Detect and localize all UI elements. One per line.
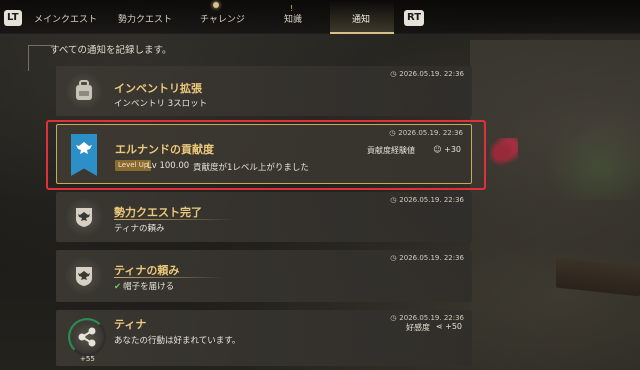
- tab-main-quest[interactable]: メインクエスト: [34, 12, 97, 25]
- share-node-icon: [70, 320, 104, 354]
- backpack-icon: [64, 71, 104, 111]
- background-wall: [470, 40, 640, 370]
- corner-decoration: [28, 45, 54, 71]
- tab-notifications[interactable]: 通知: [352, 12, 370, 25]
- clock-icon: ◷: [390, 314, 397, 322]
- clock-icon: ◷: [390, 70, 397, 78]
- affinity-ring-value: +55: [80, 355, 95, 363]
- stat-value: ⋖ +50: [435, 322, 462, 331]
- notification-desc: ティナの頼み: [114, 224, 165, 234]
- tab-faction-quest[interactable]: 勢力クエスト: [118, 12, 172, 25]
- notification-desc: ✔ 帽子を届ける: [114, 282, 175, 292]
- eagle-crest-icon: [64, 256, 104, 296]
- notification-title: インベントリ拡張: [114, 82, 202, 95]
- background-grass: [540, 120, 640, 200]
- top-navigation: ! LT メインクエスト 勢力クエスト チャレンジ 知識 通知 RT: [0, 0, 640, 34]
- tab-knowledge[interactable]: 知識: [284, 12, 302, 25]
- timestamp: ◷ 2026.05.19. 22:36: [390, 254, 464, 262]
- rt-button[interactable]: RT: [404, 10, 425, 26]
- background-flowers: [490, 138, 518, 168]
- timestamp: ◷ 2026.05.19. 22:36: [390, 314, 464, 322]
- notification-card-tina-affinity[interactable]: +55 ◷ 2026.05.19. 22:36 ティナ あなたの行動は好まれていま…: [56, 310, 472, 366]
- selected-dot-icon: [213, 2, 219, 8]
- notification-card-faction-complete[interactable]: ◷ 2026.05.19. 22:36 勢力クエスト完了 ティナの頼み: [56, 192, 472, 242]
- tab-challenge[interactable]: チャレンジ: [200, 12, 245, 25]
- checkmark-icon: ✔: [114, 282, 122, 292]
- share-icon: ⋖: [435, 322, 443, 331]
- stat-label: 好感度: [406, 323, 430, 332]
- clock-icon: ◷: [390, 196, 397, 204]
- notification-title: ティナ: [114, 318, 147, 331]
- title-underline: [114, 219, 234, 220]
- notification-card-tina-request[interactable]: ◷ 2026.05.19. 22:36 ティナの頼み ✔ 帽子を届ける: [56, 250, 472, 302]
- notification-desc: インベントリ 3スロット: [114, 99, 208, 109]
- lt-button[interactable]: LT: [4, 10, 22, 26]
- page-subtitle: すべての通知を記録します。: [50, 45, 172, 56]
- notification-title: ティナの頼み: [114, 264, 180, 277]
- notification-title: 勢力クエスト完了: [114, 206, 202, 219]
- title-underline: [114, 277, 224, 278]
- eagle-crest-icon: [64, 197, 104, 237]
- timestamp: ◷ 2026.05.19. 22:36: [390, 70, 464, 78]
- clock-icon: ◷: [390, 254, 397, 262]
- notification-card-inventory[interactable]: ◷ 2026.05.19. 22:36 インベントリ拡張 インベントリ 3スロット: [56, 66, 472, 116]
- timestamp: ◷ 2026.05.19. 22:36: [390, 196, 464, 204]
- selection-highlight-outline: [46, 120, 486, 190]
- notification-desc: あなたの行動は好まれています。: [114, 336, 241, 346]
